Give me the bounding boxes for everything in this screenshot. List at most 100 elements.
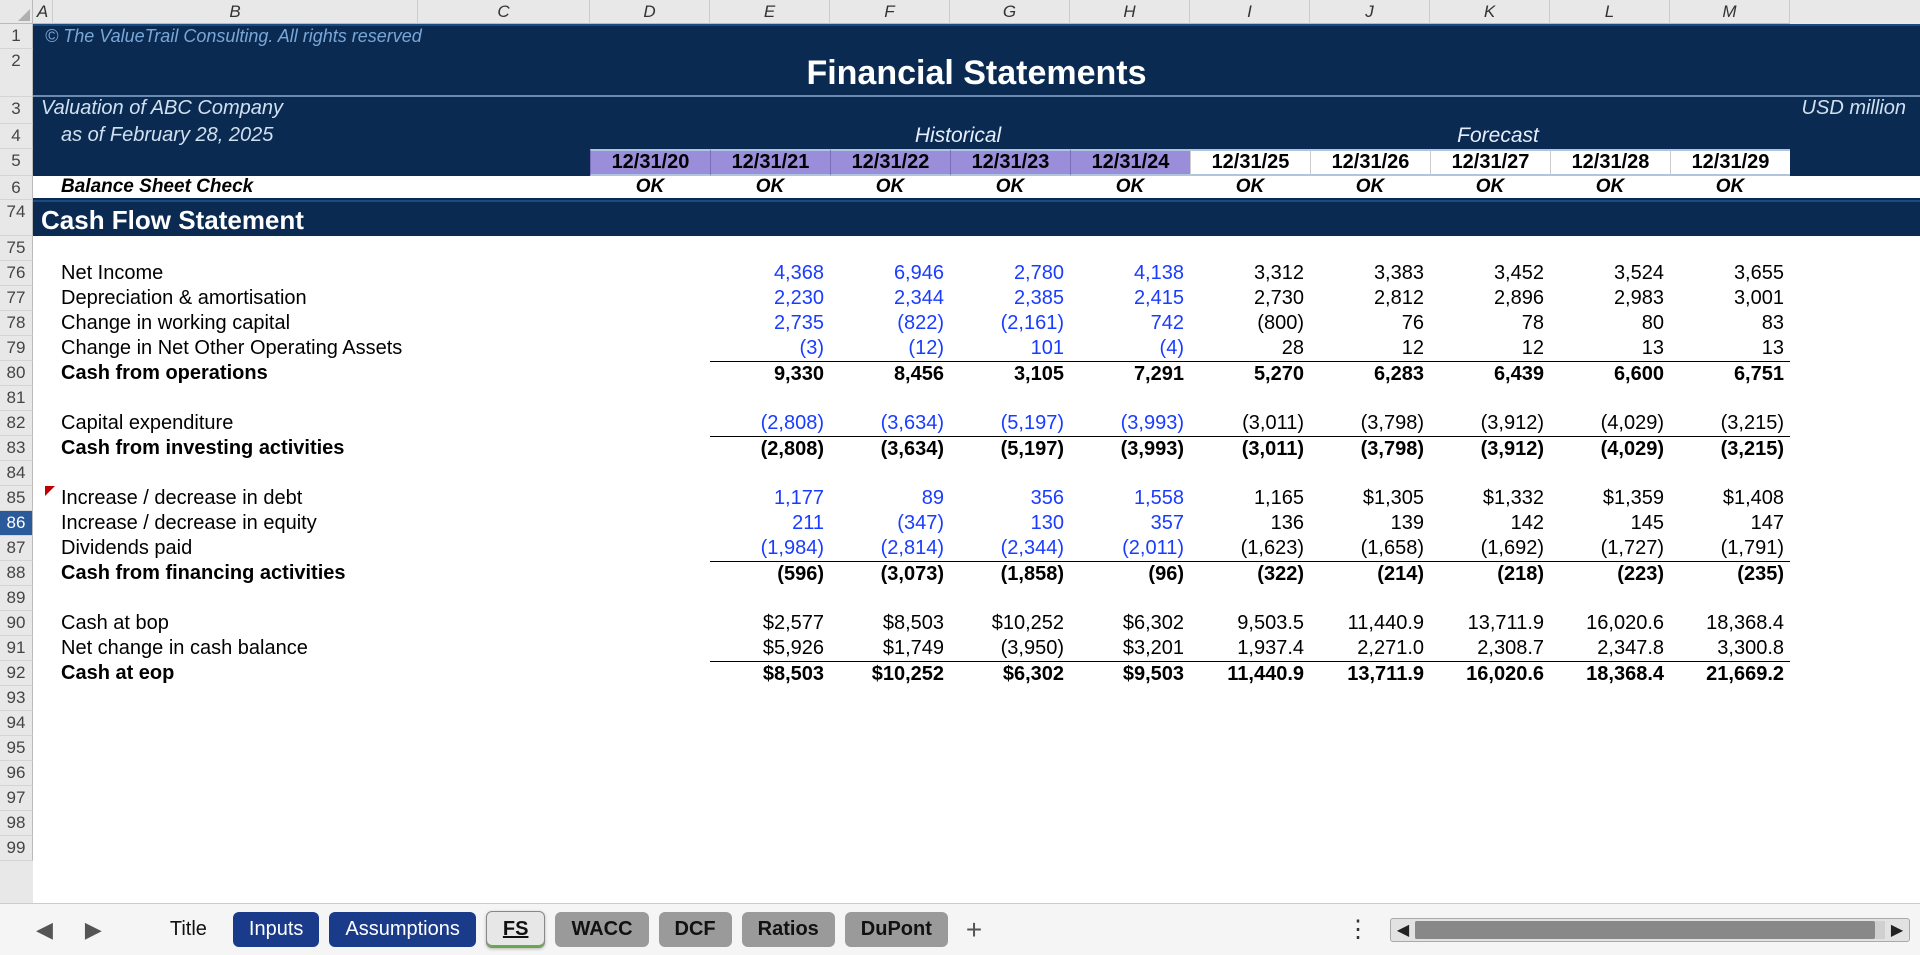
data-cell[interactable]: (1,984) [710,536,830,561]
data-cell[interactable]: (1,623) [1190,536,1310,561]
data-cell[interactable]: $2,577 [710,611,830,636]
data-cell[interactable]: $1,305 [1310,486,1430,511]
row-header[interactable]: 95 [0,736,33,761]
sheet-tab-dcf[interactable]: DCF [659,912,732,947]
data-cell[interactable]: 6,946 [830,261,950,286]
date-header[interactable]: 12/31/27 [1430,149,1550,176]
col-header-G[interactable]: G [950,0,1070,24]
data-cell[interactable]: 1,177 [710,486,830,511]
data-cell[interactable]: 18,368.4 [1670,611,1790,636]
row-header[interactable]: 94 [0,711,33,736]
data-cell[interactable]: 136 [1190,511,1310,536]
data-cell[interactable]: $8,503 [710,661,830,686]
col-header-J[interactable]: J [1310,0,1430,24]
data-cell[interactable]: (235) [1670,561,1790,586]
data-cell[interactable]: 2,308.7 [1430,636,1550,661]
data-cell[interactable]: 7,291 [1070,361,1190,386]
row-header[interactable]: 89 [0,586,33,611]
add-sheet-button[interactable]: + [948,914,1000,946]
data-cell[interactable]: 18,368.4 [1550,661,1670,686]
date-header[interactable]: 12/31/29 [1670,149,1790,176]
data-cell[interactable]: 211 [710,511,830,536]
data-cell[interactable]: 4,138 [1070,261,1190,286]
data-cell[interactable]: 3,105 [950,361,1070,386]
row-header[interactable]: 84 [0,461,33,486]
data-cell[interactable]: 2,983 [1550,286,1670,311]
data-cell[interactable]: 78 [1430,311,1550,336]
date-header[interactable]: 12/31/26 [1310,149,1430,176]
data-cell[interactable]: 2,730 [1190,286,1310,311]
data-cell[interactable]: 2,385 [950,286,1070,311]
data-cell[interactable]: 16,020.6 [1550,611,1670,636]
data-cell[interactable]: (218) [1430,561,1550,586]
row-header[interactable]: 4 [0,124,33,149]
data-cell[interactable]: $1,408 [1670,486,1790,511]
data-cell[interactable]: 3,524 [1550,261,1670,286]
data-cell[interactable]: $9,503 [1070,661,1190,686]
date-header[interactable]: 12/31/25 [1190,149,1310,176]
data-cell[interactable]: 147 [1670,511,1790,536]
data-cell[interactable]: (1,692) [1430,536,1550,561]
data-cell[interactable]: 8,456 [830,361,950,386]
data-cell[interactable]: (3,011) [1190,436,1310,461]
data-cell[interactable]: $1,332 [1430,486,1550,511]
data-cell[interactable]: 89 [830,486,950,511]
data-cell[interactable]: 145 [1550,511,1670,536]
data-cell[interactable]: (322) [1190,561,1310,586]
data-cell[interactable]: 1,165 [1190,486,1310,511]
row-header[interactable]: 93 [0,686,33,711]
data-cell[interactable]: 2,271.0 [1310,636,1430,661]
col-header-M[interactable]: M [1670,0,1790,24]
sheet-tab-fs[interactable]: FS [486,911,546,948]
row-header[interactable]: 92 [0,661,33,686]
data-cell[interactable]: (1,658) [1310,536,1430,561]
sheet-tab-title[interactable]: Title [154,912,223,947]
data-cell[interactable]: 3,452 [1430,261,1550,286]
data-cell[interactable]: 6,751 [1670,361,1790,386]
data-cell[interactable]: (822) [830,311,950,336]
data-cell[interactable]: 11,440.9 [1190,661,1310,686]
scrollbar-thumb[interactable] [1415,921,1875,939]
data-cell[interactable]: (3,011) [1190,411,1310,436]
data-cell[interactable]: (2,161) [950,311,1070,336]
select-all-corner[interactable] [0,0,33,24]
data-cell[interactable]: (5,197) [950,436,1070,461]
row-header[interactable]: 78 [0,311,33,336]
date-header[interactable]: 12/31/21 [710,149,830,176]
data-cell[interactable]: $1,359 [1550,486,1670,511]
date-header[interactable]: 12/31/28 [1550,149,1670,176]
sheet-tab-wacc[interactable]: WACC [555,912,648,947]
data-cell[interactable]: 83 [1670,311,1790,336]
data-cell[interactable]: 13 [1550,336,1670,361]
data-cell[interactable]: (2,808) [710,411,830,436]
data-cell[interactable]: (3,798) [1310,411,1430,436]
date-header[interactable]: 12/31/20 [590,149,710,176]
data-cell[interactable]: (3,798) [1310,436,1430,461]
data-cell[interactable]: (5,197) [950,411,1070,436]
data-cell[interactable]: 16,020.6 [1430,661,1550,686]
data-cell[interactable]: 6,283 [1310,361,1430,386]
col-header-B[interactable]: B [53,0,418,24]
date-header[interactable]: 12/31/23 [950,149,1070,176]
row-header[interactable]: 90 [0,611,33,636]
row-header[interactable]: 82 [0,411,33,436]
data-cell[interactable]: $10,252 [830,661,950,686]
row-header[interactable]: 75 [0,236,33,261]
data-cell[interactable]: 2,344 [830,286,950,311]
scrollbar-track[interactable] [1415,921,1885,939]
data-cell[interactable]: 2,415 [1070,286,1190,311]
data-cell[interactable]: (4,029) [1550,436,1670,461]
data-cell[interactable]: 130 [950,511,1070,536]
sheet-tab-dupont[interactable]: DuPont [845,912,948,947]
data-cell[interactable]: 28 [1190,336,1310,361]
data-cell[interactable]: (3,634) [830,436,950,461]
data-cell[interactable]: (800) [1190,311,1310,336]
col-header-F[interactable]: F [830,0,950,24]
row-header[interactable]: 87 [0,536,33,561]
data-cell[interactable]: 2,896 [1430,286,1550,311]
comment-indicator-icon[interactable] [45,486,55,496]
data-cell[interactable]: 142 [1430,511,1550,536]
data-cell[interactable]: (3,634) [830,411,950,436]
col-header-C[interactable]: C [418,0,590,24]
col-header-E[interactable]: E [710,0,830,24]
